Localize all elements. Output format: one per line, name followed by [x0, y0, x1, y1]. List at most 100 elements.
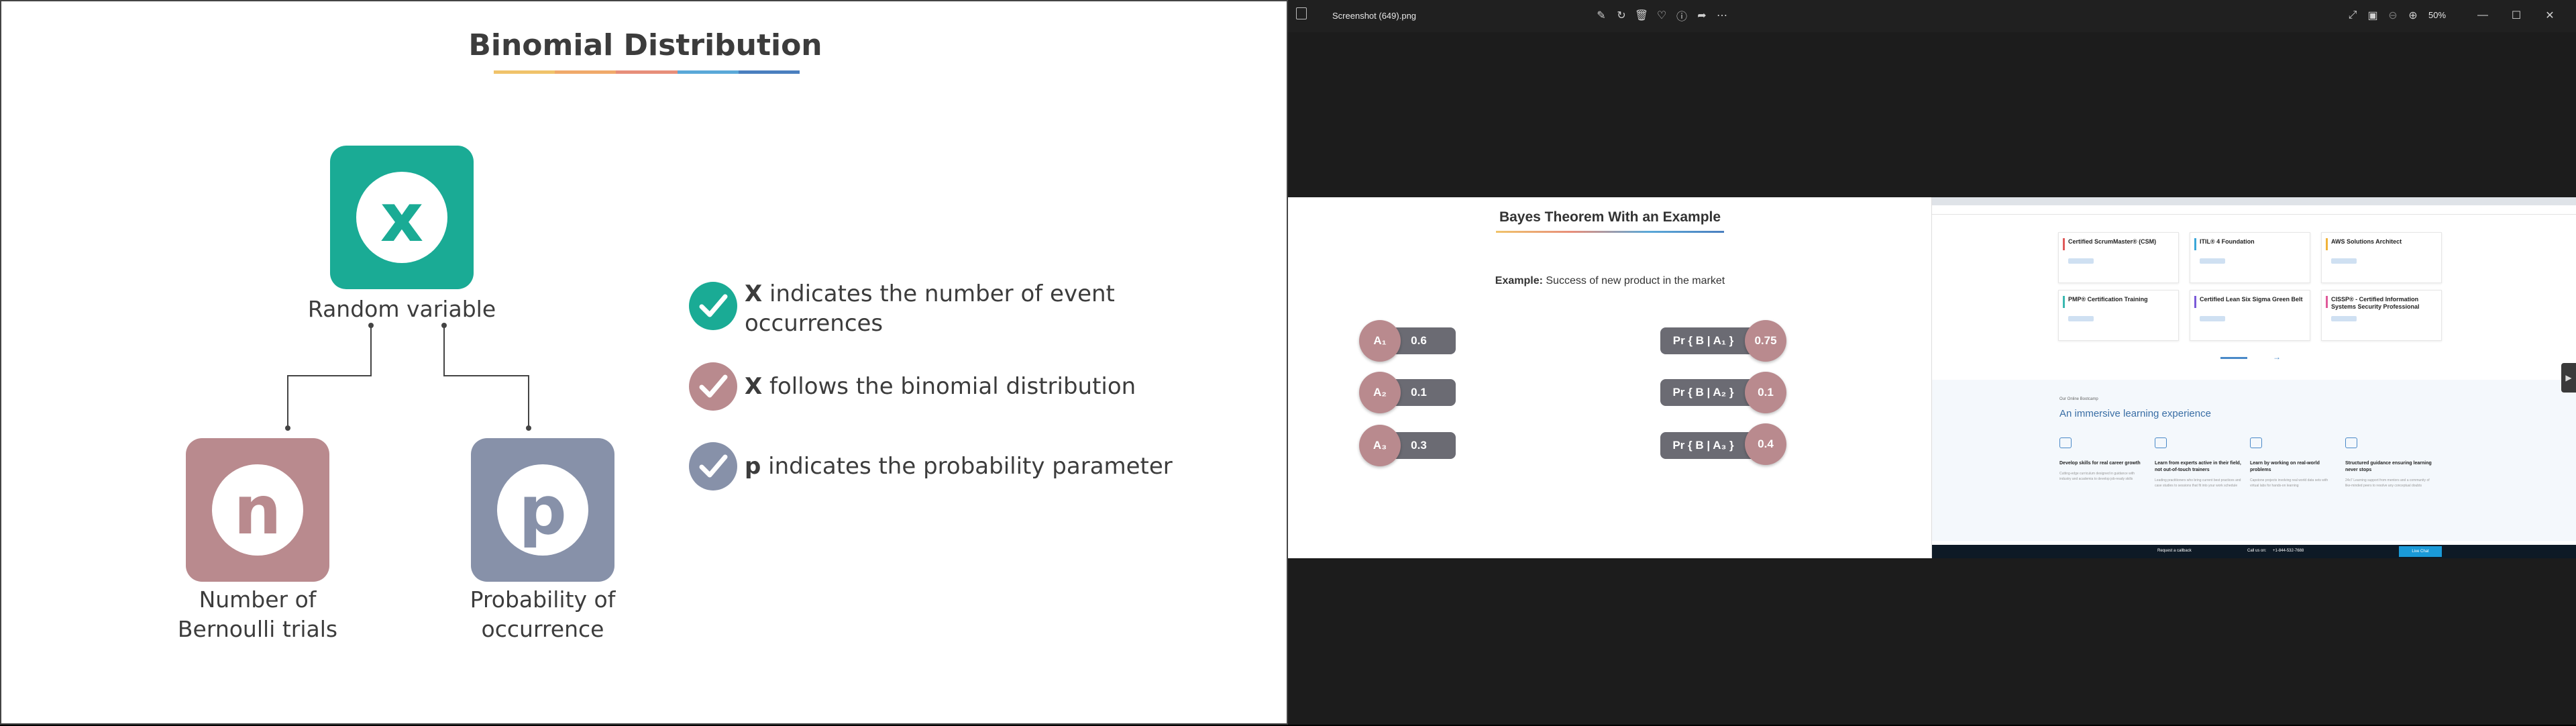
course-card: CISSP® - Certified Information Systems S… — [2321, 290, 2442, 341]
presentation-slide: Binomial Distribution x Random variable … — [0, 0, 1288, 725]
bernoulli-trials-tile: n — [186, 438, 329, 582]
a-value: 0.6 — [1411, 334, 1427, 347]
feature-icon — [2345, 437, 2357, 448]
live-chat-button[interactable]: Live Chat — [2399, 546, 2442, 557]
feature-icon — [2155, 437, 2167, 448]
desktop: Binomial Distribution x Random variable … — [0, 0, 2576, 725]
feature-desc: Cutting-edge curriculum designed in guid… — [2059, 472, 2135, 481]
card-accent — [2063, 296, 2065, 308]
carousel-next-icon[interactable]: → — [2273, 352, 2281, 362]
app-icon — [1296, 7, 1307, 19]
card-tag — [2331, 258, 2357, 264]
zoom-level[interactable]: 50% — [2428, 10, 2446, 20]
favorite-icon[interactable]: ♡ — [1654, 8, 1669, 23]
website-screenshot: Certified ScrumMaster® (CSM) ITIL® 4 Fou… — [1932, 197, 2576, 558]
card-accent — [2194, 238, 2196, 250]
bayes-slide: Bayes Theorem With an Example Example: S… — [1288, 197, 1932, 558]
card-title: PMP® Certification Training — [2068, 296, 2148, 303]
card-title: Certified Lean Six Sigma Green Belt — [2200, 296, 2303, 303]
file-name: Screenshot (649).png — [1332, 11, 1417, 21]
bullet-text: p indicates the probability parameter — [745, 452, 1174, 481]
card-tag — [2068, 258, 2094, 264]
caption-line: Probability of — [470, 586, 616, 613]
a-ball: A₂ — [1359, 372, 1401, 413]
minimize-icon[interactable]: — — [2475, 8, 2490, 23]
share-icon[interactable]: ➦ — [1695, 8, 1709, 23]
feature-desc: Leading practitioners who bring current … — [2155, 478, 2241, 488]
close-icon[interactable]: ✕ — [2542, 8, 2557, 23]
card-accent — [2194, 296, 2196, 308]
feature: Structured guidance ensuring learning ne… — [2345, 437, 2432, 488]
browser-addressbar — [1932, 205, 2576, 215]
phone-number[interactable]: +1-844-532-7688 — [2273, 549, 2304, 553]
card-title: Certified ScrumMaster® (CSM) — [2068, 238, 2157, 245]
feature-desc: Capstone projects involving real world d… — [2250, 478, 2328, 488]
rotate-icon[interactable]: ↻ — [1614, 8, 1629, 23]
feature-icon — [2059, 437, 2072, 448]
bayes-example: Example: Success of new product in the m… — [1288, 275, 1932, 287]
feature-title: Develop skills for real career growth — [2059, 461, 2141, 466]
card-title: ITIL® 4 Foundation — [2200, 238, 2255, 245]
pr-label: Pr { B | A₂ } — [1672, 386, 1734, 399]
course-card: Certified Lean Six Sigma Green Belt — [2190, 290, 2310, 341]
course-card: ITIL® 4 Foundation — [2190, 232, 2310, 283]
card-accent — [2063, 238, 2065, 250]
card-title: CISSP® - Certified Information Systems S… — [2331, 296, 2420, 310]
feature-desc: 24x7 Learning support from mentors and a… — [2345, 478, 2430, 488]
card-tag — [2200, 316, 2225, 321]
bullet-body: indicates the probability parameter — [761, 453, 1173, 480]
pr-label: Pr { B | A₃ } — [1672, 439, 1734, 452]
zoom-out-icon[interactable]: ⊖ — [2385, 8, 2400, 23]
viewer-toolbar: Screenshot (649).png ✎ ↻ 🗑 ♡ ⓘ ➦ ⋯ ⤢ ▣ ⊖… — [1288, 0, 2576, 32]
slideshow-icon[interactable]: ▣ — [2365, 8, 2380, 23]
more-icon[interactable]: ⋯ — [1715, 8, 1729, 23]
section-title: An immersive learning experience — [2059, 408, 2211, 419]
caption-line: Bernoulli trials — [177, 616, 338, 642]
check-icon — [689, 362, 737, 411]
a-value: 0.1 — [1411, 386, 1427, 399]
pr-pill: Pr { B | A₂ } — [1660, 379, 1757, 406]
pr-pill: Pr { B | A₁ } — [1660, 327, 1757, 354]
feature: Learn from experts active in their field… — [2155, 437, 2242, 488]
caption-line: Number of — [199, 586, 317, 613]
feature: Learn by working on real-world problems C… — [2250, 437, 2337, 488]
card-title: AWS Solutions Architect — [2331, 238, 2402, 245]
edit-icon[interactable]: ✎ — [1594, 8, 1609, 23]
browser-tabstrip — [1932, 197, 2576, 205]
displayed-image: Bayes Theorem With an Example Example: S… — [1288, 197, 2576, 558]
a-value: 0.3 — [1411, 439, 1427, 452]
maximize-icon[interactable]: ☐ — [2509, 8, 2524, 23]
feature-icon — [2250, 437, 2262, 448]
callback-link[interactable]: Request a callback — [2157, 549, 2192, 553]
bullet-text: X indicates the number of event occurren… — [745, 279, 1174, 338]
course-card: AWS Solutions Architect — [2321, 232, 2442, 283]
check-icon — [689, 442, 737, 490]
pr-ball: 0.1 — [1745, 372, 1786, 413]
fullscreen-icon[interactable]: ⤢ — [2345, 8, 2360, 23]
n-letter-circle: n — [212, 464, 303, 556]
check-icon — [689, 282, 737, 330]
card-accent — [2326, 296, 2328, 308]
delete-icon[interactable]: 🗑 — [1634, 8, 1649, 23]
feature-title: Learn by working on real-world problems — [2250, 461, 2320, 472]
bullet-symbol: X — [745, 373, 763, 400]
side-scroll-handle[interactable]: ▶ — [2561, 363, 2576, 393]
bayes-title-underline — [1496, 231, 1724, 233]
example-text: Success of new product in the market — [1542, 275, 1725, 287]
carousel-dots — [2220, 357, 2247, 359]
bullet-text: X follows the binomial distribution — [745, 372, 1174, 401]
pr-pill: Pr { B | A₃ } — [1660, 432, 1757, 459]
sticky-footer: Request a callback Call us on: +1-844-53… — [1932, 545, 2576, 558]
pr-label: Pr { B | A₁ } — [1672, 334, 1734, 347]
bullet-body: follows the binomial distribution — [762, 373, 1136, 400]
course-card: PMP® Certification Training — [2058, 290, 2179, 341]
probability-caption: Probability of occurrence — [435, 585, 650, 644]
info-icon[interactable]: ⓘ — [1674, 8, 1689, 23]
a-ball: A₃ — [1359, 425, 1401, 466]
card-tag — [2331, 316, 2357, 321]
course-card: Certified ScrumMaster® (CSM) — [2058, 232, 2179, 283]
zoom-in-icon[interactable]: ⊕ — [2406, 8, 2420, 23]
section-kicker: Our Online Bootcamp — [2059, 397, 2098, 401]
a-ball: A₁ — [1359, 320, 1401, 362]
p-letter-circle: p — [497, 464, 588, 556]
